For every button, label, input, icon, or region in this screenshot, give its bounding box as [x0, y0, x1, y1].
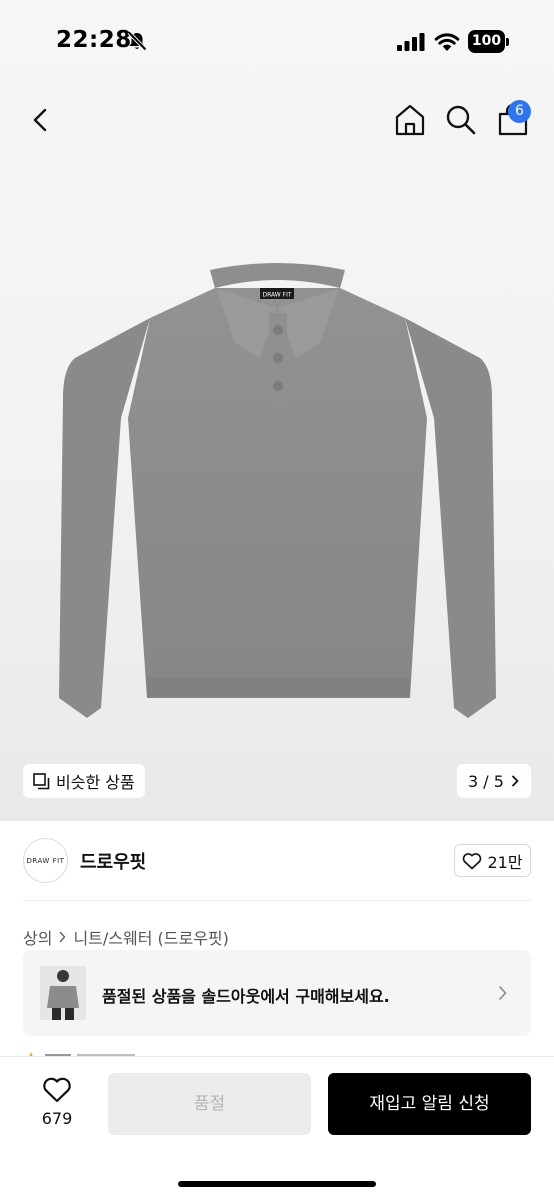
wishlist-count: 679: [41, 1109, 73, 1128]
image-page-indicator: 3 / 5: [468, 771, 504, 791]
battery-tip: [506, 38, 509, 46]
similar-products-button[interactable]: 비슷한 상품: [23, 764, 145, 798]
similar-products-label: 비슷한 상품: [56, 773, 135, 792]
brand-logo[interactable]: DRAW FIT: [23, 838, 68, 883]
battery-level: 100: [468, 30, 505, 53]
status-bar: 22:28 100: [0, 0, 554, 84]
bell-muted-icon: [127, 31, 147, 51]
back-arrow-icon[interactable]: [24, 102, 58, 138]
restock-alert-button[interactable]: 재입고 알림 신청: [328, 1073, 531, 1135]
breadcrumb: 상의 니트/스웨터 (드로우핏): [23, 925, 229, 949]
chevron-right-icon: [512, 775, 519, 787]
product-image-gallery[interactable]: 22:28 100 6 DRAW FIT 비슷한 상품 3 / 5: [0, 0, 554, 821]
battery-indicator: 100: [468, 30, 510, 53]
brand-logo-text: DRAW FIT: [26, 856, 65, 865]
soldout-button: 품절: [108, 1073, 311, 1135]
wifi-icon: [434, 33, 460, 51]
brand-like-count: 21만: [487, 852, 523, 872]
brand-name[interactable]: 드로우핏: [80, 848, 146, 874]
heart-outline-icon: [463, 852, 482, 869]
home-icon[interactable]: [392, 102, 428, 138]
breadcrumb-category[interactable]: 상의: [23, 925, 52, 949]
soldout-resale-banner[interactable]: 품절된 상품을 솔드아웃에서 구매해보세요.: [23, 950, 531, 1036]
breadcrumb-subcategory[interactable]: 니트/스웨터 (드로우핏): [73, 925, 228, 949]
cellular-signal-icon: [397, 33, 425, 51]
image-pager-button[interactable]: 3 / 5: [457, 764, 531, 798]
search-icon[interactable]: [443, 102, 479, 138]
chevron-right-icon: [499, 986, 507, 1000]
soldout-banner-text: 품절된 상품을 솔드아웃에서 구매해보세요.: [102, 987, 390, 1006]
cart-count-badge: 6: [508, 100, 531, 123]
thumbnail-model-image: [40, 966, 86, 1020]
product-photo-sweater: DRAW FIT: [59, 263, 496, 718]
home-indicator[interactable]: [178, 1181, 376, 1187]
wishlist-heart-icon[interactable]: [42, 1076, 72, 1104]
chevron-right-icon: [60, 931, 66, 943]
garment-tag-text: DRAW FIT: [262, 292, 291, 299]
status-time: 22:28: [56, 27, 132, 53]
copy-similar-icon: [33, 772, 50, 789]
soldout-thumbnail: [40, 966, 86, 1020]
brand-like-button[interactable]: 21만: [454, 844, 531, 877]
section-divider: [23, 900, 531, 901]
